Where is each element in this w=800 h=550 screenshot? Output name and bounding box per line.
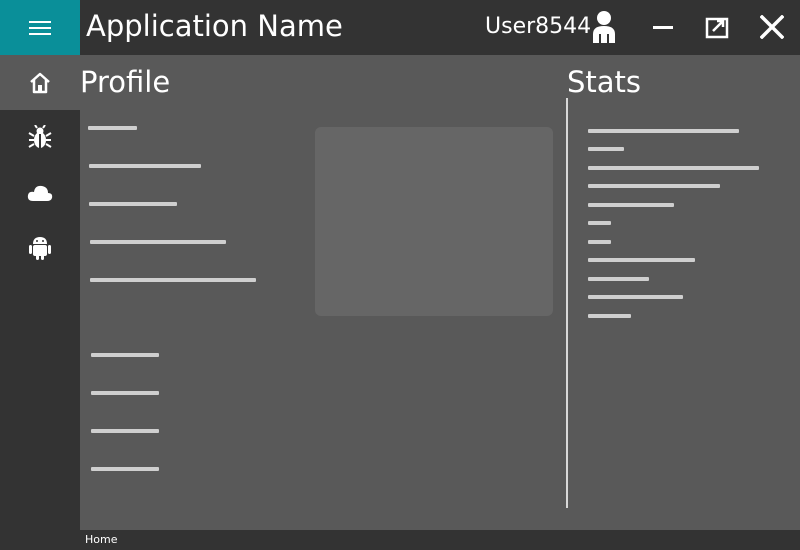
vertical-divider [566, 98, 568, 508]
cloud-icon [27, 185, 53, 201]
stats-title: Stats [567, 65, 642, 99]
stats-line [588, 184, 720, 188]
restore-button[interactable] [701, 10, 733, 44]
person-icon[interactable] [590, 10, 618, 45]
profile-line [90, 240, 226, 244]
hamburger-icon [29, 20, 51, 35]
stats-line [588, 166, 759, 170]
profile-line [89, 202, 177, 206]
close-icon [760, 15, 784, 39]
restore-icon [705, 17, 729, 39]
profile-line [91, 353, 159, 357]
minimize-icon [653, 26, 673, 29]
bug-icon [28, 124, 52, 148]
username-label: User8544 [485, 14, 592, 39]
profile-line [90, 278, 256, 282]
status-text: Home [85, 533, 118, 546]
sidebar-item-bug[interactable] [0, 110, 80, 165]
profile-line [91, 429, 159, 433]
stats-line [588, 221, 611, 225]
stats-line [588, 314, 631, 318]
sidebar-item-cloud[interactable] [0, 165, 80, 220]
stats-line [588, 203, 674, 207]
sidebar [0, 55, 80, 550]
sidebar-item-android[interactable] [0, 220, 80, 275]
android-icon [29, 236, 51, 260]
main-content: Profile Stats [80, 55, 800, 530]
hamburger-menu-button[interactable] [0, 0, 80, 55]
stats-line [588, 240, 611, 244]
profile-line [91, 467, 159, 471]
status-bar: Home [80, 530, 800, 550]
profile-image-placeholder [315, 127, 553, 316]
app-title: Application Name [86, 9, 343, 43]
home-icon [30, 72, 50, 93]
profile-line [89, 164, 201, 168]
sidebar-item-home[interactable] [0, 55, 80, 110]
stats-line [588, 129, 739, 133]
minimize-button[interactable] [647, 10, 679, 44]
stats-line [588, 277, 649, 281]
profile-line [91, 391, 159, 395]
profile-line [88, 126, 137, 130]
close-button[interactable] [756, 10, 788, 44]
profile-title: Profile [80, 65, 171, 99]
stats-line [588, 295, 683, 299]
title-bar: Application Name User8544 [0, 0, 800, 55]
stats-line [588, 258, 695, 262]
stats-line [588, 147, 624, 151]
